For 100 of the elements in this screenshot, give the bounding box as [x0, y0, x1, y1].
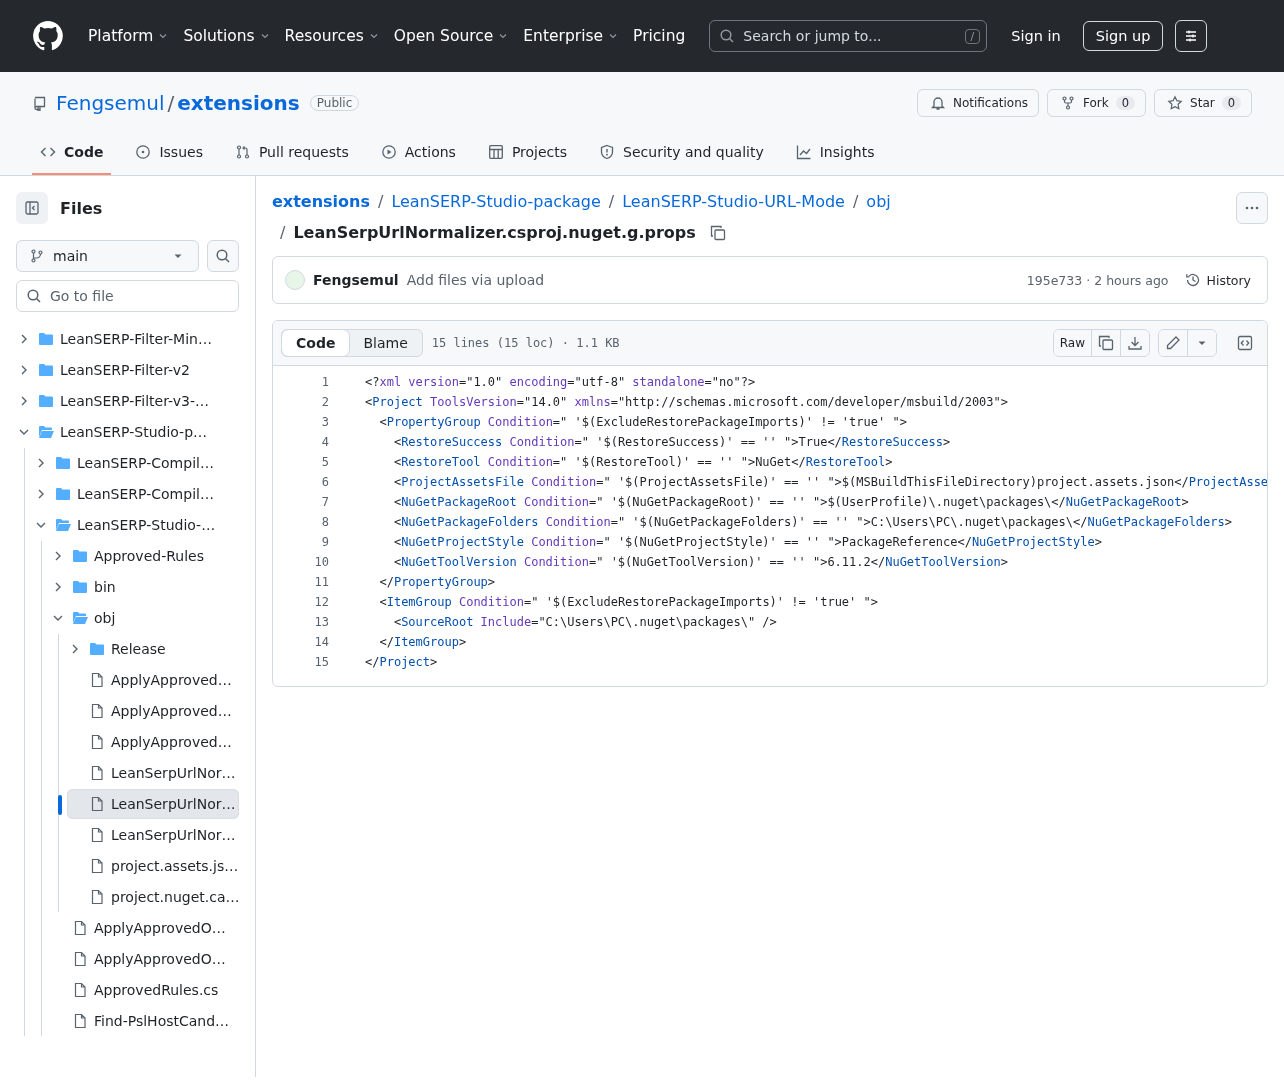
line-number: 15 — [313, 654, 329, 671]
view-toggle-tab[interactable]: Code — [282, 330, 350, 356]
folder-item[interactable]: LeanSERP-Studio-… — [33, 510, 239, 540]
code-line: </ItemGroup> — [378, 634, 467, 651]
star-icon — [1167, 95, 1184, 111]
breadcrumb-link[interactable]: obj — [866, 192, 891, 211]
file-icon — [72, 1013, 88, 1029]
path-separator: / — [378, 192, 384, 211]
folder-item[interactable]: Release — [67, 634, 239, 664]
folder-item[interactable]: Approved-Rules — [50, 541, 239, 571]
menu-button[interactable] — [1175, 20, 1208, 52]
repository-tab[interactable]: Code — [32, 136, 112, 175]
file-icon — [89, 796, 105, 812]
path-separator: / — [167, 91, 175, 115]
search-button[interactable] — [207, 240, 239, 272]
go-to-file-field[interactable]: Go to file — [16, 280, 239, 312]
github-logo-icon — [32, 20, 64, 52]
copy-path-button[interactable] — [709, 224, 726, 241]
commit-hash-link[interactable]: 195e733 — [1026, 272, 1083, 288]
fork-icon — [1060, 95, 1077, 111]
commit-time: 2 hours ago — [1094, 272, 1169, 288]
folder-item[interactable]: LeanSERP-Compil… — [33, 479, 239, 509]
folder-item[interactable]: LeanSERP-Compil… — [33, 448, 239, 478]
notifications-button[interactable]: Notifications — [916, 89, 1040, 117]
file-item[interactable]: LeanSerpUrlNor… — [67, 820, 239, 850]
file-item[interactable]: ApplyApproved… — [67, 696, 239, 726]
shortcut-key: / — [964, 28, 981, 44]
repository-tab[interactable]: Security and quality — [591, 136, 772, 175]
file-item[interactable]: project.assets.js… — [67, 851, 239, 881]
breadcrumb-link[interactable]: extensions — [272, 192, 370, 211]
file-icon — [72, 982, 88, 998]
repository-tab[interactable]: Actions — [372, 136, 464, 175]
history-button[interactable]: History — [1184, 272, 1251, 288]
nav-menu-item[interactable]: Open Source — [393, 21, 518, 51]
sign-in-link[interactable]: Sign in — [1011, 28, 1061, 44]
line-number: 9 — [320, 534, 329, 551]
breadcrumb-link[interactable]: LeanSERP-Studio-package — [391, 192, 601, 211]
file-icon — [89, 858, 105, 874]
line-number: 5 — [320, 454, 329, 471]
file-item[interactable]: ApplyApprovedO… — [50, 913, 239, 943]
commit-message-link[interactable]: Add files via upload — [406, 272, 1027, 288]
pencil-icon — [1165, 335, 1181, 351]
repository-name-link[interactable]: extensions — [177, 91, 300, 115]
star-button[interactable]: Star 0 — [1154, 89, 1252, 117]
file-item[interactable]: project.nuget.ca… — [67, 882, 239, 912]
code-line: <ItemGroup Condition=" '$(ExcludeRestorePackageImports)' != 'true' "> — [378, 594, 878, 611]
code-line: <NuGetPackageFolders Condition=" '$(NuGetPackageFolders)' == '' ">C:\Users\PC\.nuget\packages\</NuGetPackageFolders> — [392, 514, 1232, 531]
owner-link[interactable]: Fengsemul — [56, 91, 165, 115]
repository-tab[interactable]: Pull requests — [226, 136, 357, 175]
code-line: <PropertyGroup Condition=" '$(ExcludeRestorePackageImports)' != 'true' "> — [378, 414, 907, 431]
sign-up-button[interactable]: Sign up — [1082, 21, 1164, 51]
file-icon — [89, 734, 105, 750]
line-number: 10 — [313, 554, 329, 571]
repository-tab[interactable]: Insights — [787, 136, 883, 175]
search-icon — [215, 248, 231, 264]
nav-menu-item[interactable]: Resources — [284, 21, 388, 51]
file-item[interactable]: ApplyApproved… — [67, 665, 239, 695]
folder-item[interactable]: LeanSERP-Filter-v3-… — [16, 386, 239, 416]
counter: 0 — [1115, 96, 1136, 110]
file-item[interactable]: ApplyApprovedO… — [50, 944, 239, 974]
code-line: <ProjectAssetsFile Condition=" '$(ProjectAssetsFile)' == '' ">$(MSBuildThisFileDirectory)project.assets.json</ProjectAsse — [392, 474, 1267, 491]
file-item[interactable]: ApplyApproved… — [67, 727, 239, 757]
nav-menu-item[interactable]: Platform — [88, 21, 178, 51]
line-number: 1 — [320, 374, 329, 391]
path-separator: / — [852, 192, 859, 211]
code-line: <Project ToolsVersion="14.0" xmlns="http://schemas.microsoft.com/developer/msbuild/2003"> — [365, 394, 1008, 411]
line-number: 4 — [320, 434, 329, 451]
folder-icon — [38, 393, 54, 409]
repository-tab[interactable]: Projects — [479, 136, 576, 175]
folder-icon — [38, 424, 54, 440]
commit-author-link[interactable]: Fengsemul — [313, 272, 399, 288]
line-number: 12 — [313, 594, 329, 611]
code-line: </PropertyGroup> — [378, 574, 496, 591]
nav-menu-item[interactable]: Solutions — [183, 21, 279, 51]
file-icon — [89, 827, 105, 843]
copy-icon — [1098, 335, 1114, 351]
breadcrumb-link[interactable]: LeanSERP-Studio-URL-Mode — [622, 192, 845, 211]
folder-item[interactable]: LeanSERP-Filter-v2 — [16, 355, 239, 385]
file-item[interactable]: Find-PslHostCand… — [50, 1006, 239, 1036]
nav-menu-item[interactable]: Pricing — [633, 21, 694, 51]
branch-icon — [29, 248, 45, 264]
file-item[interactable]: ApprovedRules.cs — [50, 975, 239, 1005]
branch-selector[interactable]: main — [16, 240, 199, 272]
search-field[interactable]: Search or jump to... / — [709, 20, 988, 52]
fork-button[interactable]: Fork 0 — [1047, 89, 1147, 117]
line-number: 14 — [313, 634, 329, 651]
folder-item[interactable]: LeanSERP-Filter-Min… — [16, 324, 239, 354]
download-button[interactable] — [1120, 330, 1149, 356]
file-item[interactable]: LeanSerpUrlNor… — [67, 758, 239, 788]
repository-tab[interactable]: Issues — [127, 136, 211, 175]
collapse-panel-button[interactable] — [16, 192, 48, 224]
folder-item[interactable]: LeanSERP-Studio-p… — [16, 417, 239, 447]
nav-menu-item[interactable]: Enterprise — [523, 21, 628, 51]
download-icon — [1127, 335, 1143, 351]
search-icon — [719, 28, 736, 44]
folder-item[interactable]: bin — [50, 572, 239, 602]
view-toggle-tab[interactable]: Blame — [349, 330, 422, 356]
code-line: <NuGetProjectStyle Condition=" '$(NuGetProjectStyle)' == '' ">PackageReference</NuGetProjectStyle> — [392, 534, 1102, 551]
code-square-icon — [1237, 335, 1253, 351]
folder-item[interactable]: obj — [50, 603, 239, 633]
